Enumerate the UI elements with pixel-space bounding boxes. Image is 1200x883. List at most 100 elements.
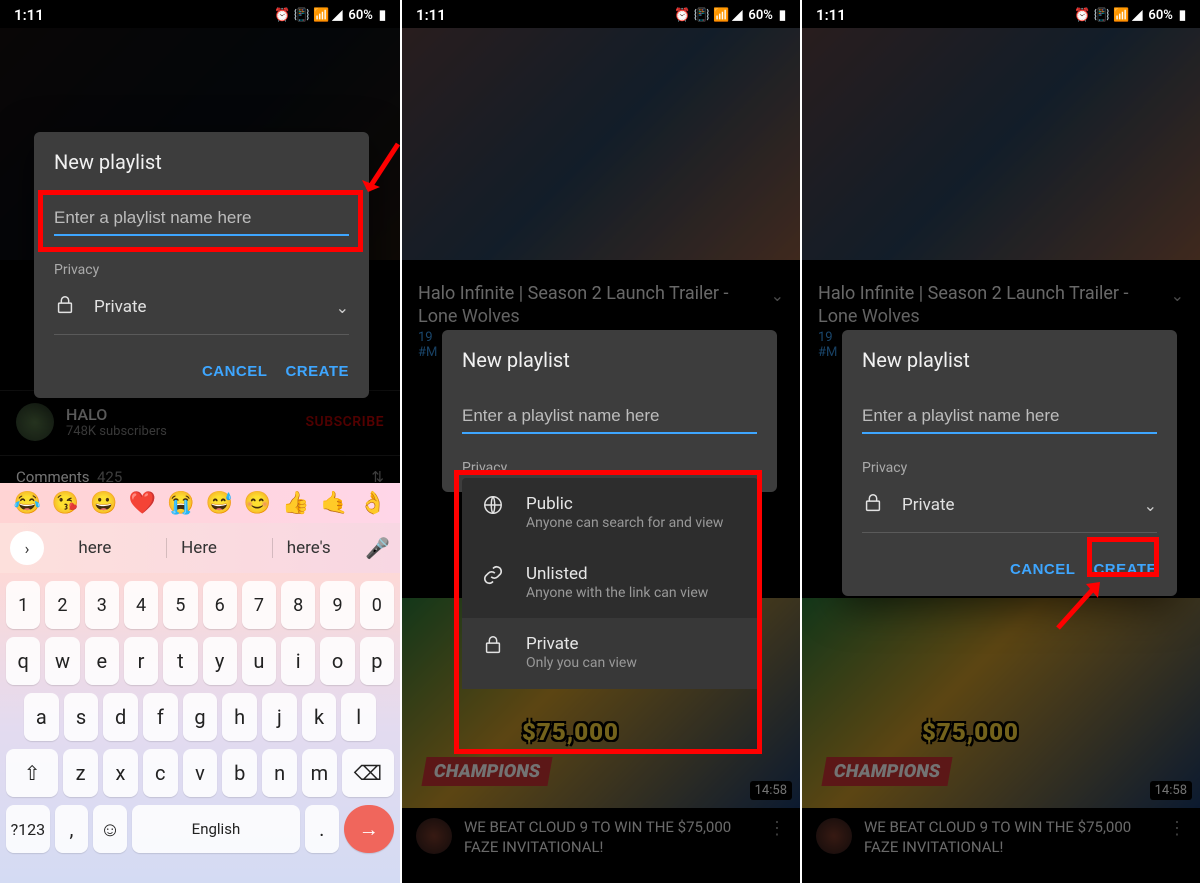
key-s[interactable]: s — [64, 693, 99, 741]
key-1[interactable]: 1 — [6, 581, 40, 629]
key-f[interactable]: f — [143, 693, 178, 741]
key-a[interactable]: a — [24, 693, 59, 741]
privacy-label: Privacy — [862, 460, 1157, 476]
status-icons: ⏰ 📳 📶 ◢ 60% ▮ — [274, 8, 386, 23]
key-q[interactable]: q — [6, 637, 40, 685]
emoji-row[interactable]: 😂😘 😀❤️ 😭😅 😊👍 🤙👌 — [0, 483, 400, 523]
key-2[interactable]: 2 — [45, 581, 79, 629]
privacy-option-unlisted[interactable]: Unlisted Anyone with the link can view — [462, 548, 758, 618]
key-y[interactable]: y — [203, 637, 237, 685]
privacy-option-private[interactable]: Private Only you can view — [462, 618, 758, 688]
key-0[interactable]: 0 — [360, 581, 394, 629]
screenshot-step-2: 1:11 ⏰ 📳 📶 ◢ 60% ▮ Halo Infinite | Seaso… — [400, 0, 800, 883]
key-r[interactable]: r — [124, 637, 158, 685]
privacy-select[interactable]: Private ⌄ — [862, 484, 1157, 533]
key-c[interactable]: c — [143, 749, 178, 797]
screenshot-step-3: 1:11 ⏰ 📳 📶 ◢ 60% ▮ Halo Infinite | Seaso… — [800, 0, 1200, 883]
key-o[interactable]: o — [320, 637, 354, 685]
privacy-option-title: Private — [526, 634, 637, 654]
status-icons: ⏰ 📳 📶 ◢ 60% ▮ — [1074, 8, 1186, 23]
key-u[interactable]: u — [242, 637, 276, 685]
privacy-option-desc: Anyone can search for and view — [526, 514, 723, 532]
chevron-down-icon: ⌄ — [1144, 496, 1157, 515]
key-emoji[interactable]: ☺ — [93, 805, 127, 853]
cancel-button[interactable]: CANCEL — [1010, 561, 1076, 578]
lock-icon — [862, 492, 884, 518]
key-k[interactable]: k — [302, 693, 337, 741]
key-backspace[interactable]: ⌫ — [342, 749, 394, 797]
key-4[interactable]: 4 — [124, 581, 158, 629]
key-shift[interactable]: ⇧ — [6, 749, 58, 797]
key-7[interactable]: 7 — [242, 581, 276, 629]
key-n[interactable]: n — [262, 749, 297, 797]
cancel-button[interactable]: CANCEL — [202, 363, 268, 380]
video-thumbnail[interactable] — [402, 28, 800, 260]
key-e[interactable]: e — [85, 637, 119, 685]
lock-icon — [482, 634, 504, 660]
new-playlist-dialog: New playlist Privacy — [442, 330, 777, 492]
privacy-option-title: Public — [526, 494, 723, 514]
suggestion[interactable]: here — [64, 538, 125, 558]
status-icons: ⏰ 📳 📶 ◢ 60% ▮ — [674, 8, 786, 23]
expand-suggestions-icon[interactable]: › — [10, 531, 44, 565]
playlist-name-input[interactable] — [862, 400, 1157, 434]
globe-icon — [482, 494, 504, 520]
privacy-label: Privacy — [54, 262, 349, 278]
key-3[interactable]: 3 — [85, 581, 119, 629]
playlist-name-input[interactable] — [54, 202, 349, 236]
key-5[interactable]: 5 — [163, 581, 197, 629]
status-bar: 1:11 ⏰ 📳 📶 ◢ 60% ▮ — [402, 0, 800, 30]
privacy-label: Privacy — [462, 460, 757, 476]
key-x[interactable]: x — [103, 749, 138, 797]
playlist-name-input[interactable] — [462, 400, 757, 434]
privacy-option-desc: Only you can view — [526, 654, 637, 672]
new-playlist-dialog: New playlist Privacy Private ⌄ CANCEL CR… — [842, 330, 1177, 596]
status-time: 1:11 — [14, 6, 44, 24]
key-8[interactable]: 8 — [281, 581, 315, 629]
key-enter[interactable]: → — [344, 805, 394, 853]
key-h[interactable]: h — [222, 693, 257, 741]
new-playlist-dialog: New playlist Privacy Private ⌄ CANCEL CR… — [34, 132, 369, 398]
screenshot-step-1: 1:11 ⏰ 📳 📶 ◢ 60% ▮ HALO 748K subscribers… — [0, 0, 400, 883]
mic-icon[interactable]: 🎤 — [365, 536, 390, 560]
privacy-value: Private — [94, 297, 147, 317]
privacy-dropdown[interactable]: Public Anyone can search for and view Un… — [462, 478, 758, 689]
key-9[interactable]: 9 — [320, 581, 354, 629]
key-space[interactable]: English — [132, 805, 300, 853]
status-time: 1:11 — [416, 6, 446, 24]
key-v[interactable]: v — [183, 749, 218, 797]
key-b[interactable]: b — [222, 749, 257, 797]
suggestion[interactable]: Here — [166, 538, 231, 558]
key-j[interactable]: j — [262, 693, 297, 741]
dialog-title: New playlist — [462, 348, 757, 372]
key-w[interactable]: w — [45, 637, 79, 685]
key-z[interactable]: z — [63, 749, 98, 797]
key-period[interactable]: . — [305, 805, 339, 853]
suggestion-row[interactable]: › here Here here's 🎤 — [0, 523, 400, 573]
status-time: 1:11 — [816, 6, 846, 24]
privacy-value: Private — [902, 495, 955, 515]
privacy-option-desc: Anyone with the link can view — [526, 584, 708, 602]
create-button[interactable]: CREATE — [1093, 561, 1157, 578]
key-g[interactable]: g — [183, 693, 218, 741]
key-p[interactable]: p — [360, 637, 394, 685]
key-t[interactable]: t — [163, 637, 197, 685]
privacy-select[interactable]: Private ⌄ — [54, 286, 349, 335]
key-l[interactable]: l — [341, 693, 376, 741]
link-icon — [482, 564, 504, 590]
key-d[interactable]: d — [103, 693, 138, 741]
key-i[interactable]: i — [281, 637, 315, 685]
status-bar: 1:11 ⏰ 📳 📶 ◢ 60% ▮ — [0, 0, 400, 30]
suggestion[interactable]: here's — [272, 538, 345, 558]
key-m[interactable]: m — [302, 749, 337, 797]
dialog-title: New playlist — [54, 150, 349, 174]
key-comma[interactable]: , — [55, 805, 89, 853]
soft-keyboard[interactable]: 😂😘 😀❤️ 😭😅 😊👍 🤙👌 › here Here here's 🎤 12 … — [0, 483, 400, 883]
key-symbols[interactable]: ?123 — [6, 805, 50, 853]
create-button[interactable]: CREATE — [285, 363, 349, 380]
lock-icon — [54, 294, 76, 320]
key-6[interactable]: 6 — [203, 581, 237, 629]
video-thumbnail[interactable] — [802, 28, 1200, 260]
privacy-option-public[interactable]: Public Anyone can search for and view — [462, 478, 758, 548]
chevron-down-icon: ⌄ — [336, 298, 349, 317]
